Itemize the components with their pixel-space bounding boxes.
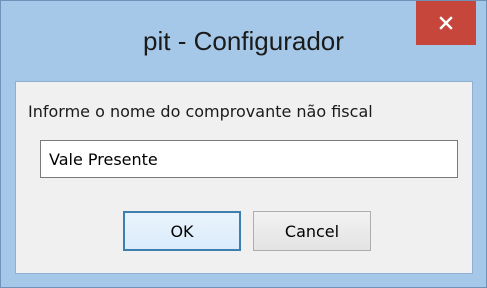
close-button[interactable] [416,1,476,45]
prompt-label: Informe o nome do comprovante não fiscal [28,102,373,121]
cancel-button[interactable]: Cancel [253,211,371,251]
title-bar[interactable]: pit - Configurador [1,1,486,81]
receipt-name-input[interactable] [40,140,458,178]
window-title: pit - Configurador [143,26,344,56]
close-icon [439,16,453,30]
ok-button[interactable]: OK [123,211,241,251]
